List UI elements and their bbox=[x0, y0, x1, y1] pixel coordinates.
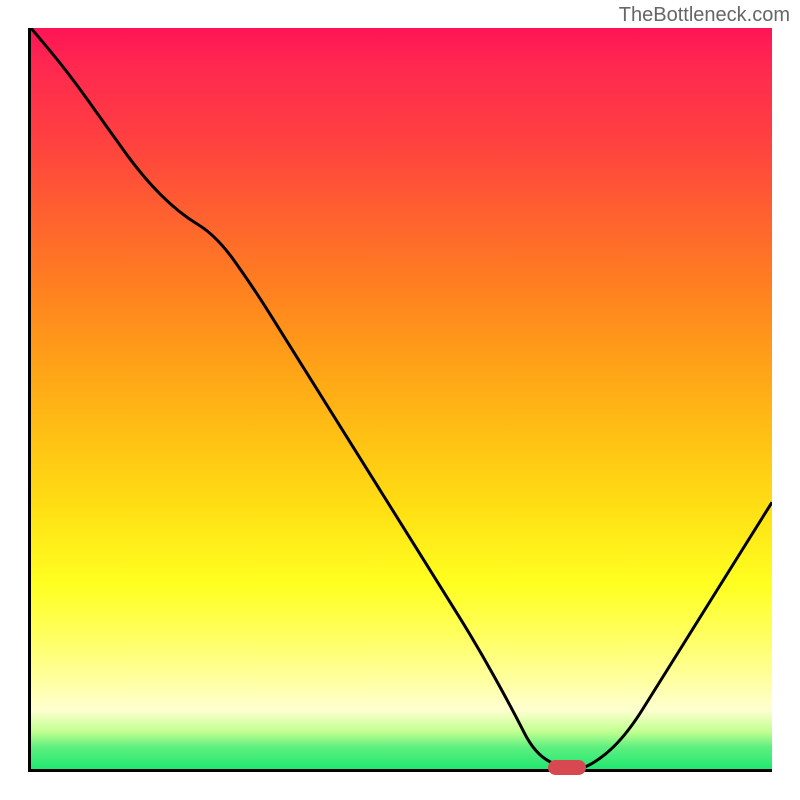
bottleneck-curve bbox=[31, 28, 772, 769]
curve-line bbox=[31, 28, 772, 769]
optimal-marker bbox=[548, 760, 586, 775]
watermark-text: TheBottleneck.com bbox=[619, 4, 790, 27]
chart-plot-area bbox=[28, 28, 772, 772]
